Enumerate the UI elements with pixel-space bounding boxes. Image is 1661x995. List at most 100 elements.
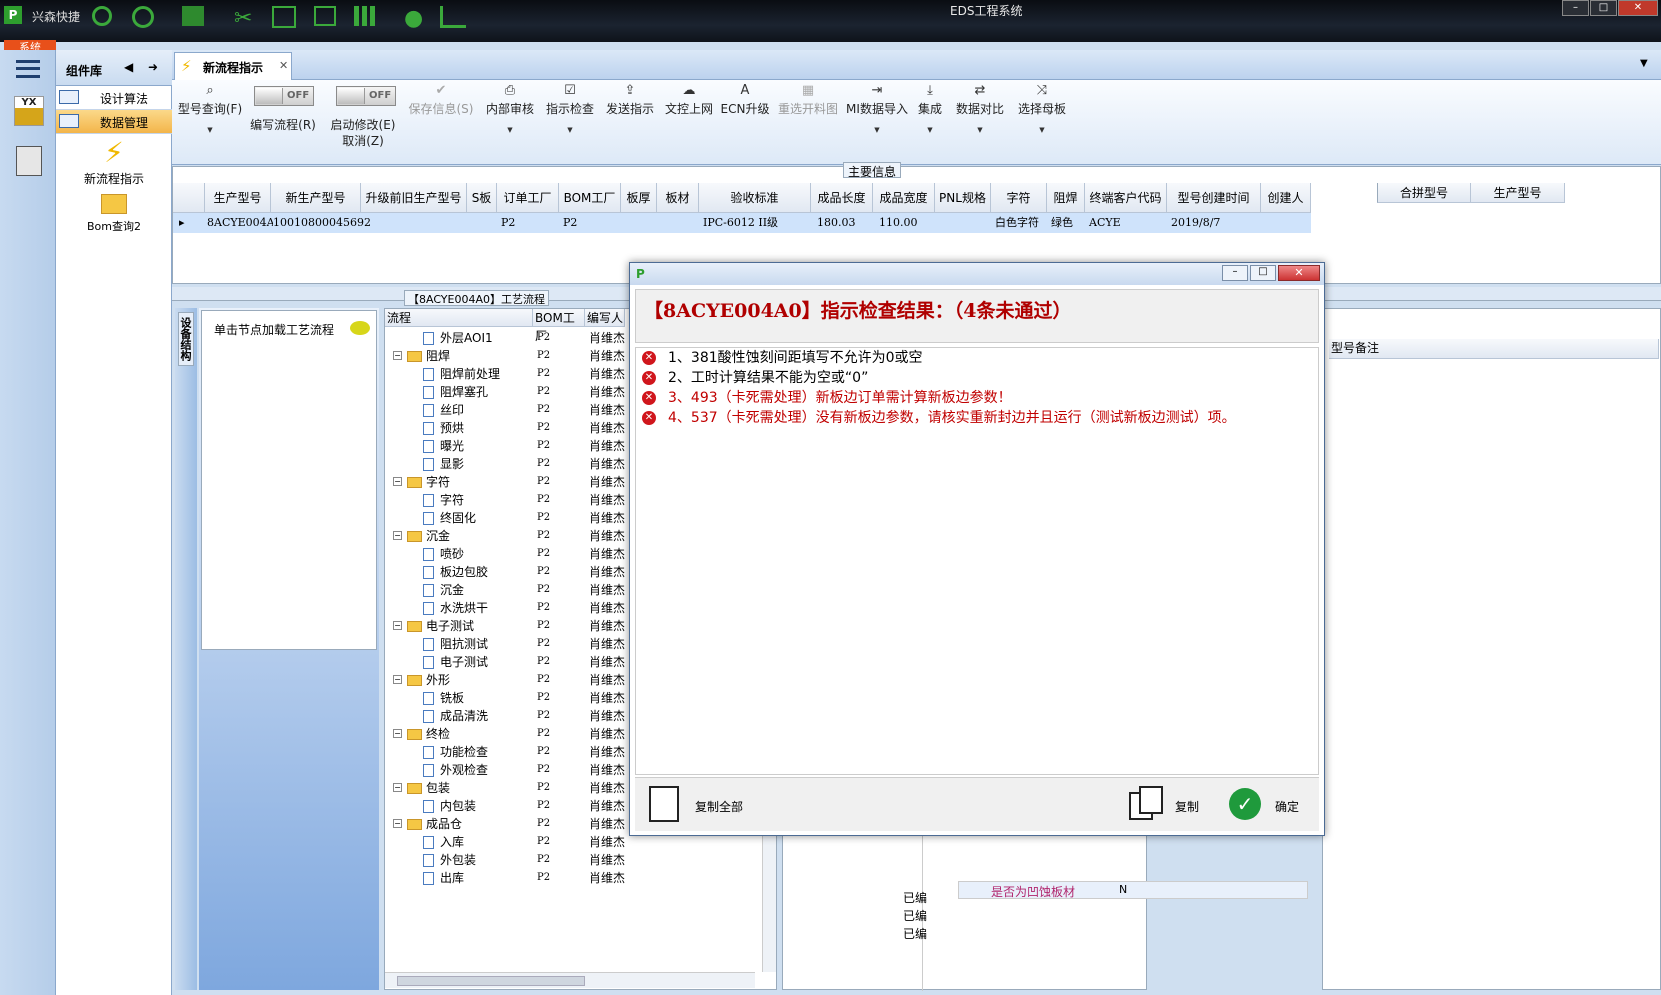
- search-icon[interactable]: [92, 6, 112, 26]
- tree-node: 电子测试: [407, 617, 474, 635]
- table-cell: IPC-6012 II级: [703, 213, 811, 233]
- dialog-minimize-button[interactable]: –: [1222, 265, 1248, 281]
- close-button[interactable]: ✕: [1618, 0, 1658, 16]
- select-mother-board-button[interactable]: ⤨ 选择母板 ▼: [1012, 84, 1072, 139]
- grid-header[interactable]: 新生产型号: [271, 183, 361, 213]
- internal-review-button[interactable]: ⎙ 内部审核 ▼: [482, 84, 538, 139]
- grid-header[interactable]: 订单工厂: [497, 183, 559, 213]
- bom-cell: P2: [537, 728, 551, 739]
- expand-toggle-icon[interactable]: −: [393, 531, 402, 540]
- remark-header[interactable]: 型号备注: [1329, 339, 1659, 359]
- start-edit-toggle[interactable]: OFF: [336, 86, 396, 106]
- factory-icon[interactable]: YX: [14, 96, 44, 126]
- tree-node: 阻焊前处理: [423, 365, 500, 383]
- dialog-maximize-button[interactable]: □: [1250, 265, 1276, 281]
- grid-header[interactable]: 终端客户代码: [1085, 183, 1167, 213]
- tree-node-label: 成品清洗: [440, 709, 489, 723]
- cancel-button[interactable]: 取消(Z): [328, 132, 398, 149]
- tree-row[interactable]: 出库 P2 肖维杰: [385, 869, 778, 887]
- chart-icon[interactable]: [440, 6, 466, 28]
- bom-cell: P2: [537, 458, 551, 469]
- bom-cell: P2: [537, 818, 551, 829]
- dialog-close-button[interactable]: ✕: [1278, 265, 1320, 281]
- expand-toggle-icon[interactable]: −: [393, 729, 402, 738]
- tool-new-process[interactable]: ⚡ 新流程指示: [56, 136, 172, 187]
- minimize-button[interactable]: –: [1562, 0, 1589, 16]
- table-cell: 绿色: [1051, 213, 1085, 233]
- grid-header[interactable]: 型号创建时间: [1167, 183, 1261, 213]
- expand-toggle-icon[interactable]: −: [393, 819, 402, 828]
- tree-row[interactable]: 外包装 P2 肖维杰: [385, 851, 778, 869]
- calculator-icon[interactable]: [16, 146, 42, 176]
- side-tab-strip: 设备结构: [175, 308, 197, 990]
- grid-header[interactable]: 验收标准: [699, 183, 811, 213]
- tree-node-label: 字符: [426, 475, 451, 489]
- chevron-down-icon[interactable]: ▼: [1640, 58, 1648, 69]
- file-icon: [423, 512, 434, 525]
- film-icon[interactable]: [272, 6, 296, 28]
- mi-import-button[interactable]: ⇥ MI数据导入 ▼: [844, 84, 910, 139]
- tool-bom-query[interactable]: Bom查询2: [56, 190, 172, 234]
- grid-header[interactable]: 成品宽度: [873, 183, 935, 213]
- expand-toggle-icon[interactable]: −: [393, 783, 402, 792]
- tree-header[interactable]: 流程: [385, 309, 533, 327]
- grid-header[interactable]: S板: [467, 183, 497, 213]
- expand-toggle-icon[interactable]: −: [393, 477, 402, 486]
- side-tab-device[interactable]: 设备结构: [178, 312, 194, 366]
- grid-header[interactable]: 创建人: [1261, 183, 1311, 213]
- copy-all-button[interactable]: 复制全部: [645, 786, 765, 824]
- status-cell: 已编: [903, 891, 928, 905]
- button-label: 保存信息(S): [408, 102, 474, 116]
- copy-button[interactable]: 复制: [1125, 786, 1215, 824]
- grid-icon[interactable]: [354, 6, 378, 26]
- ok-button[interactable]: ✓ 确定: [1225, 786, 1315, 824]
- expand-toggle-icon[interactable]: −: [393, 621, 402, 630]
- target-icon[interactable]: [132, 6, 154, 28]
- grid-header[interactable]: 成品长度: [811, 183, 873, 213]
- user-icon[interactable]: ●: [404, 6, 430, 32]
- copy-icon[interactable]: [314, 6, 336, 26]
- bom-cell: P2: [537, 656, 551, 667]
- ok-label: 确定: [1275, 800, 1300, 814]
- integrate-button[interactable]: ⤓ 集成 ▼: [912, 84, 948, 139]
- error-text: 4、537（卡死需处理）没有新板边参数，请核实重新封边并且运行（测试新板边测试）…: [668, 410, 1236, 426]
- tree-header[interactable]: 编写人: [585, 309, 625, 327]
- maximize-button[interactable]: □: [1590, 0, 1617, 16]
- nav-item-data-mgmt[interactable]: 数据管理: [56, 110, 172, 134]
- prop-row[interactable]: 是否为凹蚀板材 N: [958, 881, 1308, 899]
- collapse-left-icon[interactable]: ◀: [124, 60, 133, 74]
- doc-online-button[interactable]: ☁ 文控上网: [660, 84, 718, 117]
- expand-toggle-icon[interactable]: −: [393, 351, 402, 360]
- model-query-button[interactable]: ⌕ 型号查询(F) ▼: [176, 84, 244, 139]
- send-instruction-button[interactable]: ⇪ 发送指示: [602, 84, 658, 117]
- grid-header[interactable]: 板材: [657, 183, 699, 213]
- tab-new-process[interactable]: ⚡ 新流程指示 ✕: [174, 52, 292, 80]
- write-process-toggle[interactable]: OFF: [254, 86, 314, 106]
- grid-header[interactable]: 阻焊: [1047, 183, 1085, 213]
- nav-item-design-algo[interactable]: 设计算法: [56, 86, 172, 110]
- grid-header[interactable]: 生产型号: [205, 183, 271, 213]
- ecn-upgrade-button[interactable]: A ECN升级: [718, 84, 772, 117]
- close-icon[interactable]: ✕: [279, 59, 288, 72]
- writer-cell: 肖维杰: [589, 403, 626, 417]
- grid-header[interactable]: 合拼型号: [1377, 183, 1471, 203]
- horizontal-scrollbar[interactable]: [385, 972, 755, 988]
- reselect-cut-button[interactable]: ▦ 重选开料图: [776, 84, 840, 117]
- grid-header[interactable]: 生产型号: [1471, 183, 1565, 203]
- grid-header[interactable]: 板厚: [621, 183, 657, 213]
- data-compare-button[interactable]: ⇄ 数据对比 ▼: [952, 84, 1008, 139]
- bom-cell: P2: [537, 800, 551, 811]
- menu-icon[interactable]: [16, 60, 40, 78]
- scissors-icon[interactable]: ✂: [234, 6, 260, 32]
- table-icon[interactable]: [182, 6, 204, 26]
- save-info-button[interactable]: ✔ 保存信息(S): [408, 84, 474, 117]
- expand-toggle-icon[interactable]: −: [393, 675, 402, 684]
- grid-header[interactable]: 字符: [991, 183, 1047, 213]
- exit-icon[interactable]: ➜: [148, 60, 158, 74]
- tree-header[interactable]: BOM工厂: [533, 309, 585, 343]
- process-title: 【8ACYE004A0】工艺流程: [404, 290, 549, 306]
- instruction-check-button[interactable]: ☑ 指示检查 ▼: [542, 84, 598, 139]
- grid-header[interactable]: BOM工厂: [559, 183, 621, 213]
- grid-header[interactable]: 升级前旧生产型号: [361, 183, 467, 213]
- grid-header[interactable]: PNL规格: [935, 183, 991, 213]
